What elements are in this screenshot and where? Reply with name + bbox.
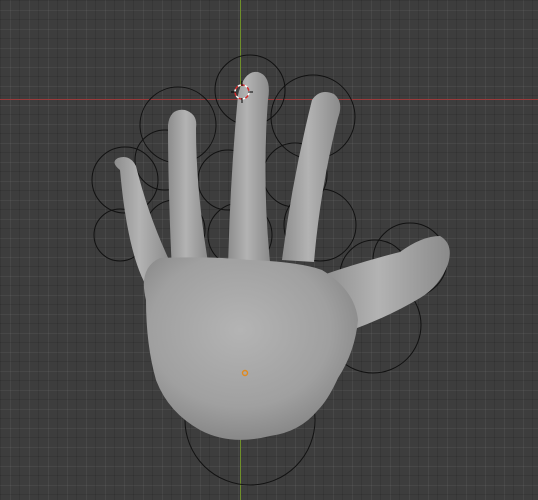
index-finger[interactable] [282,92,341,262]
middle-finger[interactable] [228,71,270,268]
scene-svg [91,54,450,486]
3d-viewport[interactable] [0,0,538,500]
ring-finger[interactable] [168,109,208,272]
hand-mesh[interactable] [114,71,450,440]
palm[interactable] [143,257,358,440]
